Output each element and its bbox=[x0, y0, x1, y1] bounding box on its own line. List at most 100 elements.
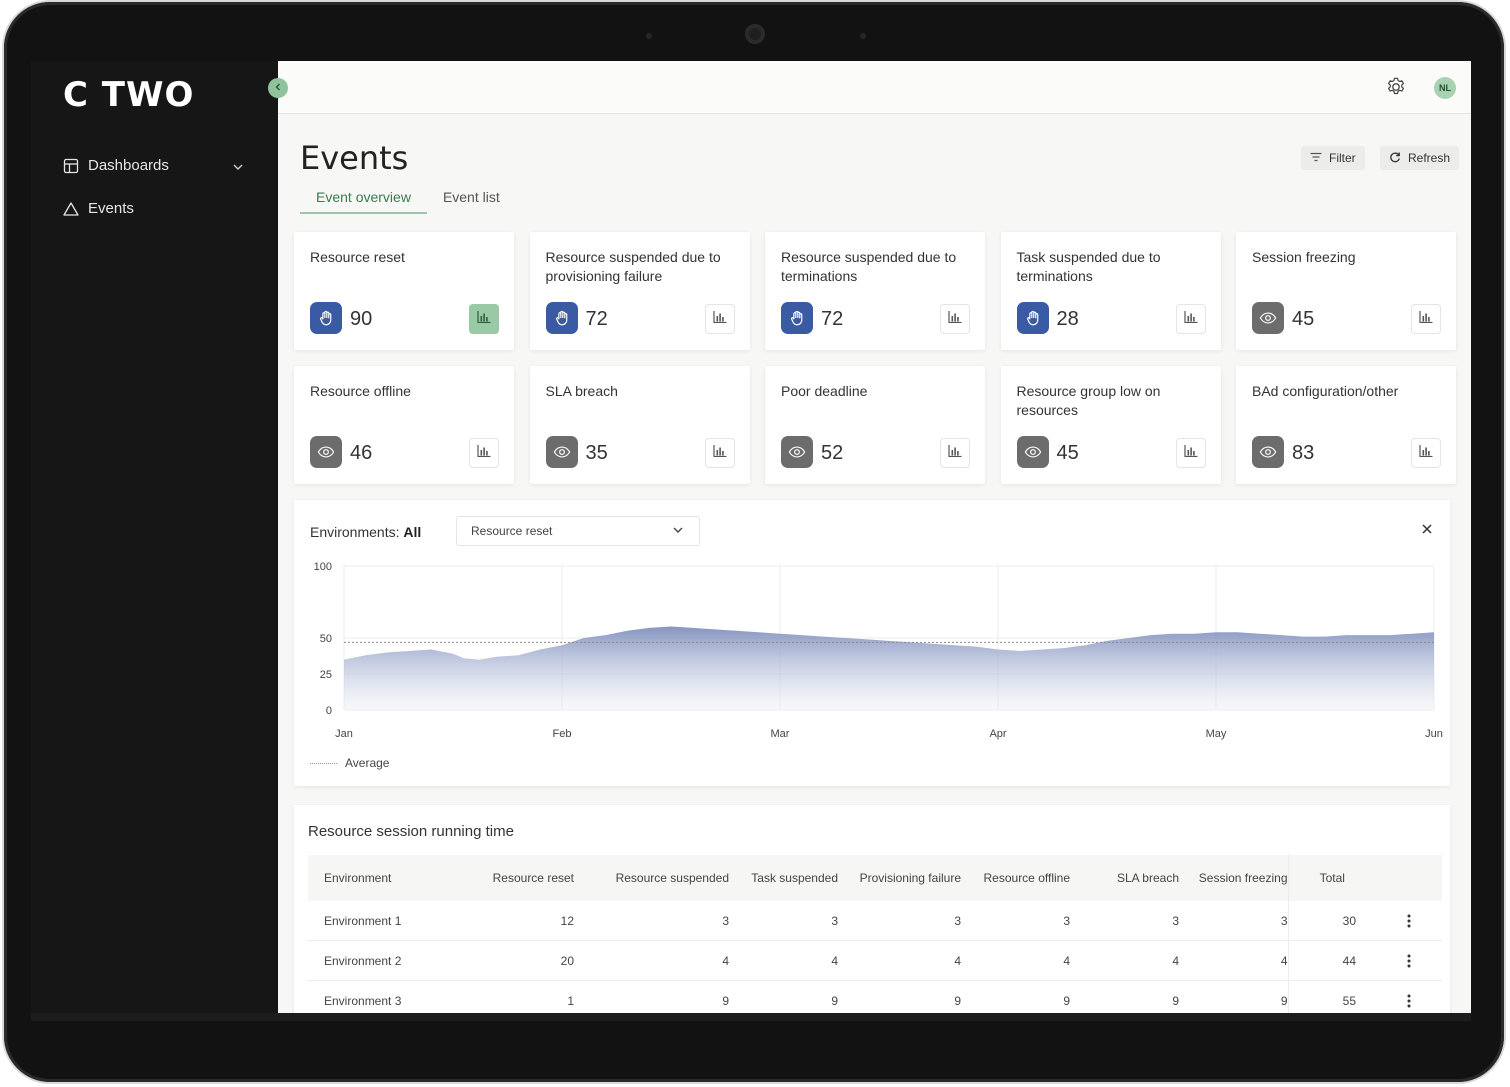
event-card[interactable]: Poor deadline 52 bbox=[765, 366, 985, 484]
sidebar-item-dashboards[interactable]: Dashboards bbox=[63, 157, 169, 174]
chevron-down-icon bbox=[671, 523, 685, 540]
table-cell: 1 bbox=[448, 980, 574, 1013]
table-row[interactable]: Environment 1 12 3 3 3 3 3 3 30 bbox=[308, 901, 1442, 941]
event-card[interactable]: Session freezing 45 bbox=[1236, 232, 1456, 350]
column-header[interactable]: Task suspended bbox=[729, 855, 838, 901]
card-title: Resource suspended due to terminations bbox=[781, 249, 957, 284]
show-chart-button[interactable] bbox=[940, 304, 970, 334]
bar-chart-icon bbox=[1419, 444, 1433, 462]
table-row[interactable]: Environment 3 1 9 9 9 9 9 9 55 bbox=[308, 980, 1442, 1013]
close-icon[interactable] bbox=[1420, 522, 1434, 541]
hand-icon bbox=[1016, 302, 1049, 334]
event-card[interactable]: Resource group low on resources 45 bbox=[1000, 366, 1221, 484]
sidebar-item-label: Dashboards bbox=[88, 157, 169, 174]
column-header[interactable]: Total bbox=[1287, 855, 1376, 901]
show-chart-button[interactable] bbox=[940, 438, 970, 468]
chart-panel: Environments: All Resource reset 0 25 50… bbox=[294, 500, 1450, 786]
environment-cell: Environment 2 bbox=[308, 940, 448, 981]
event-card[interactable]: BAd configuration/other 83 bbox=[1236, 366, 1456, 484]
legend-label: Average bbox=[345, 756, 390, 770]
table-cell: 3 bbox=[961, 901, 1070, 941]
series-area bbox=[344, 626, 1434, 710]
kebab-menu-icon[interactable] bbox=[1376, 954, 1442, 968]
card-value: 35 bbox=[585, 442, 608, 464]
eye-icon bbox=[1252, 302, 1284, 334]
show-chart-button[interactable] bbox=[1175, 304, 1206, 334]
column-header[interactable]: Resource suspended bbox=[574, 855, 729, 901]
total-cell: 30 bbox=[1287, 901, 1376, 941]
filter-label: Filter bbox=[1329, 151, 1356, 165]
kebab-menu-icon[interactable] bbox=[1376, 994, 1442, 1008]
kebab-menu-icon[interactable] bbox=[1376, 914, 1442, 928]
bar-chart-icon bbox=[948, 444, 962, 462]
column-header[interactable]: Environment bbox=[308, 855, 448, 901]
x-tick-label: Mar bbox=[771, 728, 790, 740]
card-value: 52 bbox=[821, 442, 844, 464]
card-title: SLA breach bbox=[545, 383, 618, 399]
area-chart: 0 25 50 100 Jan Feb Mar Apr May Jun bbox=[314, 561, 1443, 740]
tab-event-list[interactable]: Event list bbox=[427, 185, 516, 214]
table-cell: 9 bbox=[961, 980, 1070, 1013]
table-cell: 4 bbox=[1070, 940, 1179, 981]
refresh-icon bbox=[1389, 151, 1401, 166]
card-title: Task suspended due to terminations bbox=[1016, 249, 1161, 284]
event-card[interactable]: Resource suspended due to provisioning f… bbox=[529, 232, 750, 350]
show-chart-button[interactable] bbox=[704, 438, 735, 468]
show-chart-button[interactable] bbox=[1411, 304, 1441, 334]
screen-bottom-edge bbox=[31, 1013, 1471, 1021]
event-card[interactable]: Task suspended due to terminations 28 bbox=[1000, 232, 1221, 350]
sidebar-item-events[interactable]: Events bbox=[63, 200, 134, 217]
event-card[interactable]: Resource suspended due to terminations 72 bbox=[765, 232, 985, 350]
y-tick-label: 50 bbox=[320, 633, 332, 645]
table-row[interactable]: Environment 2 20 4 4 4 4 4 4 44 bbox=[308, 940, 1442, 981]
show-chart-button[interactable] bbox=[469, 304, 499, 334]
table-cell: 3 bbox=[1179, 901, 1288, 941]
avatar[interactable]: NL bbox=[1434, 77, 1456, 99]
sensor-dot bbox=[646, 33, 652, 39]
table-cell: 3 bbox=[729, 901, 838, 941]
event-card[interactable]: Resource offline 46 bbox=[294, 366, 514, 484]
page-title: Events bbox=[300, 139, 409, 177]
table-cell: 12 bbox=[448, 901, 574, 941]
card-value: 83 bbox=[1292, 442, 1315, 464]
column-header[interactable]: Resource reset bbox=[448, 855, 574, 901]
session-table: Environment Resource reset Resource susp… bbox=[308, 855, 1442, 1013]
show-chart-button[interactable] bbox=[1411, 438, 1441, 468]
environment-filter-label[interactable]: Environments: All bbox=[310, 524, 421, 540]
card-title: Resource offline bbox=[310, 383, 411, 399]
bar-chart-icon bbox=[477, 444, 491, 462]
table-cell: 4 bbox=[838, 940, 961, 981]
refresh-button[interactable]: Refresh bbox=[1380, 146, 1460, 170]
sidebar: C TWO Dashboards Events bbox=[31, 61, 278, 1013]
y-tick-label: 25 bbox=[320, 669, 332, 681]
card-value: 72 bbox=[821, 308, 844, 330]
show-chart-button[interactable] bbox=[469, 438, 499, 468]
y-tick-label: 100 bbox=[314, 561, 332, 573]
filter-button[interactable]: Filter bbox=[1301, 146, 1365, 170]
chevron-down-icon[interactable] bbox=[231, 160, 245, 179]
app-logo[interactable]: C TWO bbox=[63, 75, 194, 115]
metric-select[interactable]: Resource reset bbox=[456, 516, 700, 546]
tab-event-overview[interactable]: Event overview bbox=[300, 185, 427, 214]
show-chart-button[interactable] bbox=[704, 304, 735, 334]
column-header[interactable]: Session freezing bbox=[1179, 855, 1288, 901]
table-cell: 9 bbox=[838, 980, 961, 1013]
column-header[interactable]: Resource offline bbox=[961, 855, 1070, 901]
card-title: BAd configuration/other bbox=[1252, 383, 1399, 399]
show-chart-button[interactable] bbox=[1175, 438, 1206, 468]
front-camera bbox=[745, 24, 765, 44]
row-actions bbox=[1376, 940, 1442, 981]
bar-chart-icon bbox=[1183, 310, 1198, 328]
actions-header bbox=[1376, 855, 1442, 901]
collapse-sidebar-button[interactable] bbox=[268, 78, 288, 98]
eye-icon bbox=[545, 436, 578, 468]
column-header[interactable]: SLA breach bbox=[1070, 855, 1179, 901]
column-header[interactable]: Provisioning failure bbox=[838, 855, 961, 901]
table-cell: 9 bbox=[1179, 980, 1288, 1013]
gear-icon[interactable] bbox=[1385, 76, 1407, 103]
table-cell: 4 bbox=[574, 940, 729, 981]
chevron-left-icon bbox=[273, 79, 283, 97]
event-card[interactable]: SLA breach 35 bbox=[529, 366, 750, 484]
event-card[interactable]: Resource reset 90 bbox=[294, 232, 514, 350]
refresh-label: Refresh bbox=[1408, 151, 1451, 165]
